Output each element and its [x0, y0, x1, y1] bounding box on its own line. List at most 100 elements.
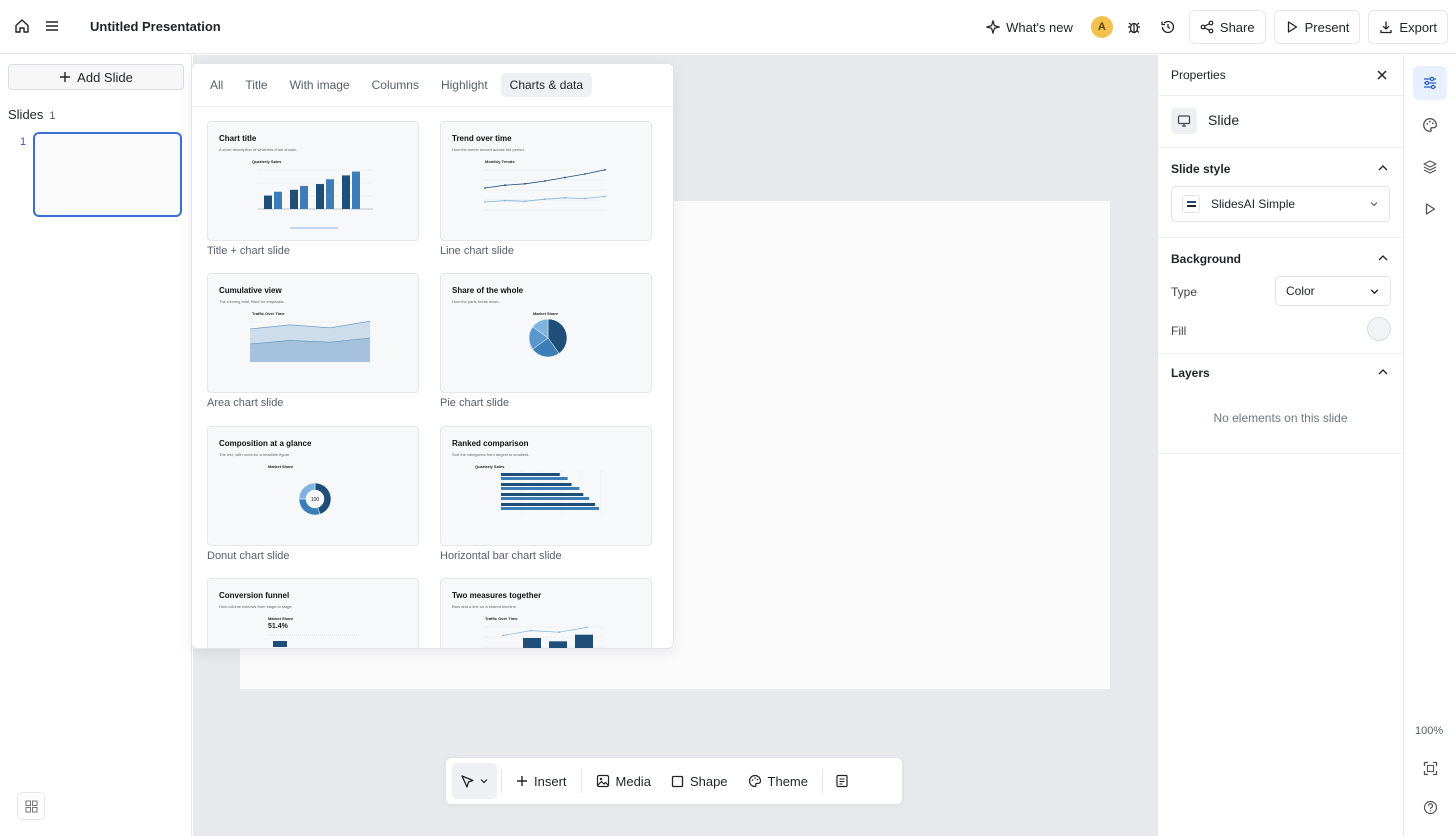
zoom-level[interactable]: 100%	[1415, 725, 1443, 737]
sliders-icon[interactable]	[1413, 66, 1447, 100]
element-type-label: Slide	[1208, 112, 1240, 128]
template-label: Area chart slide	[207, 397, 284, 409]
image-icon	[596, 774, 609, 788]
document-title[interactable]: Untitled Presentation	[90, 19, 221, 34]
square-icon	[671, 775, 684, 787]
mini-line-chart: Monthly Trends	[484, 159, 606, 211]
point	[604, 195, 606, 198]
series-line	[484, 169, 606, 189]
avatar[interactable]: A	[1090, 16, 1113, 38]
mini-chart-title: Monthly Trends	[485, 159, 515, 164]
template-tabs: All Title With image Columns Highlight C…	[192, 64, 673, 107]
whats-new-button[interactable]: What's new	[976, 10, 1083, 44]
preview-title: Ranked comparison	[452, 439, 529, 448]
preview-title: Cumulative view	[219, 286, 282, 295]
export-label: Export	[1399, 19, 1437, 35]
history-icon[interactable]	[1155, 14, 1181, 40]
slide-thumbnail[interactable]	[33, 132, 182, 217]
export-button[interactable]: Export	[1368, 10, 1448, 44]
properties-title: Properties	[1171, 68, 1226, 82]
mini-chart-title: Traffic Over Time	[252, 311, 285, 316]
fill-color-swatch[interactable]	[1367, 317, 1391, 341]
insert-button[interactable]: Insert	[506, 763, 577, 799]
tab-charts-data[interactable]: Charts & data	[500, 73, 593, 97]
bar	[352, 171, 360, 209]
fit-screen-icon[interactable]	[1413, 751, 1447, 785]
slides-sidebar: Add Slide Slides 1 1	[0, 55, 192, 836]
template-combo-chart[interactable]: Two measures together Bars and a line on…	[440, 578, 652, 648]
tab-with-image[interactable]: With image	[281, 73, 359, 97]
chevron-up-icon[interactable]	[1377, 252, 1389, 264]
preview-subtitle: Sort the categories from largest to smal…	[452, 452, 530, 457]
menu-icon[interactable]	[40, 13, 64, 39]
template-donut-chart[interactable]: Composition at a glance The mix, with ro…	[207, 426, 419, 562]
divider	[822, 769, 823, 793]
tab-columns[interactable]: Columns	[363, 73, 428, 97]
chevron-up-icon[interactable]	[1377, 366, 1389, 378]
template-preview: Trend over time How the metric moved acr…	[440, 121, 652, 241]
present-button[interactable]: Present	[1273, 10, 1361, 44]
point	[524, 200, 526, 203]
chevron-down-icon	[1370, 288, 1379, 294]
present-label: Present	[1304, 19, 1350, 35]
slide-style-select[interactable]: SlidesAI Simple	[1171, 186, 1390, 222]
share-button[interactable]: Share	[1188, 10, 1266, 44]
tab-all[interactable]: All	[201, 73, 232, 97]
divider	[580, 769, 582, 793]
mini-chart-title: Quarterly Sales	[475, 464, 505, 469]
point	[564, 196, 566, 199]
bar	[501, 497, 590, 500]
template-area-chart[interactable]: Cumulative view The running total, fille…	[207, 273, 419, 409]
bar	[501, 477, 568, 480]
sparkle-icon	[986, 20, 1001, 34]
grid-view-icon[interactable]	[17, 792, 45, 820]
mini-bar-marks	[258, 169, 373, 210]
theme-button[interactable]: Theme	[738, 763, 818, 799]
plus-icon	[517, 776, 527, 786]
background-type-select[interactable]: Color	[1275, 276, 1391, 306]
template-title-chart[interactable]: Chart title A short description of what …	[207, 121, 419, 257]
help-icon[interactable]	[1413, 790, 1447, 824]
whats-new-label: What's new	[1006, 19, 1073, 35]
point	[544, 180, 546, 182]
shape-label: Shape	[689, 773, 728, 789]
slide-style-section: Slide style SlidesAI Simple	[1158, 148, 1403, 238]
preview-title: Conversion funnel	[219, 591, 290, 600]
play-icon[interactable]	[1413, 192, 1447, 226]
media-button[interactable]: Media	[586, 763, 661, 799]
background-heading: Background	[1171, 252, 1242, 266]
mini-pie-chart: Market Share	[528, 311, 568, 358]
template-funnel-chart[interactable]: Conversion funnel How volume narrows fro…	[207, 578, 419, 648]
preview-subtitle: How the metric moved across the period.	[452, 147, 525, 152]
layers-icon[interactable]	[1413, 150, 1447, 184]
tab-highlight[interactable]: Highlight	[432, 73, 497, 97]
preview-title: Trend over time	[452, 134, 512, 143]
bug-icon[interactable]	[1121, 14, 1147, 40]
theme-label: Theme	[767, 773, 808, 789]
template-label: Pie chart slide	[440, 397, 510, 409]
series-line	[502, 627, 588, 636]
template-hbar-chart[interactable]: Ranked comparison Sort the categories fr…	[440, 426, 652, 562]
add-slide-label: Add Slide	[77, 69, 133, 85]
palette-icon[interactable]	[1413, 108, 1447, 142]
close-icon[interactable]	[1375, 68, 1389, 82]
background-type-value: Color	[1286, 284, 1315, 298]
add-slide-button[interactable]: Add Slide	[8, 64, 184, 90]
tab-title[interactable]: Title	[236, 73, 276, 97]
layers-section: Layers No elements on this slide	[1158, 354, 1403, 454]
template-pie-chart[interactable]: Share of the whole How the parts break d…	[440, 273, 652, 409]
select-tool-button[interactable]	[452, 763, 497, 799]
point	[530, 629, 532, 632]
chevron-up-icon[interactable]	[1377, 162, 1389, 174]
layers-empty-state: No elements on this slide	[1213, 411, 1348, 425]
mini-bar-chart: Quarterly Sales	[252, 159, 373, 229]
point	[604, 168, 606, 171]
slide-style-value: SlidesAI Simple	[1211, 197, 1296, 211]
home-icon[interactable]	[10, 13, 34, 39]
notes-icon[interactable]	[827, 763, 857, 799]
mini-combo-marks	[485, 626, 605, 648]
preview-title: Chart title	[219, 134, 257, 143]
shape-button[interactable]: Shape	[661, 763, 738, 799]
template-line-chart[interactable]: Trend over time How the metric moved acr…	[440, 121, 652, 257]
point	[584, 197, 586, 200]
